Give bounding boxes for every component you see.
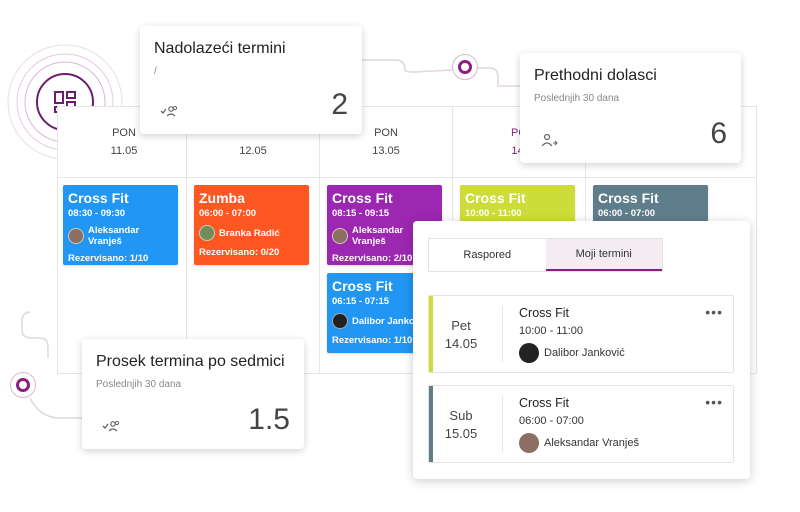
- trainer-name: Aleksandar Vranješ: [88, 225, 140, 247]
- event-reserved: Rezervisano: 1/10: [68, 253, 149, 264]
- event-time: 06:00 - 07:00: [598, 208, 656, 219]
- event-title: Cross Fit: [332, 190, 393, 206]
- card-title: Prosek termina po sedmici: [96, 353, 285, 370]
- appointment-date: 15.05: [444, 426, 478, 441]
- more-options-icon[interactable]: •••: [705, 304, 723, 320]
- trainer-name: Branka Radić: [219, 227, 280, 239]
- event-time: 06:00 - 07:00: [199, 208, 257, 219]
- appointment-title: Cross Fit: [519, 306, 569, 320]
- appointment-date: 14.05: [444, 336, 478, 351]
- more-options-icon[interactable]: •••: [705, 394, 723, 410]
- previous-visits-card[interactable]: Prethodni dolasci Poslednjih 30 dana 6: [520, 53, 741, 163]
- avatar: [519, 433, 539, 453]
- card-value: 1.5: [248, 403, 290, 436]
- event-trainer: Aleksandar Vranješ: [68, 225, 173, 247]
- avatar: [68, 228, 84, 244]
- card-subtitle: Poslednjih 30 dana: [96, 379, 182, 390]
- upcoming-appointments-card[interactable]: Nadolazeći termini / 2: [140, 26, 362, 134]
- appointment-day: Pet 14.05: [433, 296, 489, 372]
- day-date: 13.05: [372, 145, 400, 157]
- my-appointments-panel: Raspored Moji termini Pet 14.05 Cross Fi…: [413, 221, 750, 479]
- event-title: Cross Fit: [598, 190, 659, 206]
- appointment-title: Cross Fit: [519, 396, 569, 410]
- event-title: Zumba: [199, 190, 245, 206]
- group-check-icon: [102, 420, 120, 432]
- group-check-icon: [160, 105, 178, 117]
- day-date: 11.05: [110, 145, 138, 157]
- connector-dot: [452, 54, 478, 80]
- appointment-weekday: Sub: [449, 408, 473, 423]
- weekly-average-card[interactable]: Prosek termina po sedmici Poslednjih 30 …: [82, 339, 304, 449]
- person-arrow-icon: [541, 133, 558, 147]
- tab-my-appointments[interactable]: Moji termini: [545, 239, 662, 271]
- tab-bar: Raspored Moji termini: [428, 238, 663, 272]
- appointment-time: 06:00 - 07:00: [519, 415, 584, 427]
- event-reserved: Rezervisano: 0/20: [199, 247, 280, 258]
- connector-dot: [10, 372, 36, 398]
- appointment-item[interactable]: Sub 15.05 Cross Fit 06:00 - 07:00 Aleksa…: [428, 385, 734, 463]
- card-value: 2: [331, 88, 348, 121]
- appointment-weekday: Pet: [451, 318, 471, 333]
- appointment-day: Sub 15.05: [433, 386, 489, 462]
- event-title: Cross Fit: [68, 190, 129, 206]
- avatar: [332, 313, 348, 329]
- tab-schedule[interactable]: Raspored: [429, 239, 546, 271]
- event-time: 08:15 - 09:15: [332, 208, 390, 219]
- day-date: 12.05: [239, 145, 267, 157]
- calendar-event[interactable]: Cross Fit 08:30 - 09:30 Aleksandar Vranj…: [63, 185, 178, 265]
- avatar: [332, 228, 348, 244]
- trainer-name: Aleksandar Vranješ: [544, 437, 639, 449]
- event-time: 08:30 - 09:30: [68, 208, 126, 219]
- card-subtitle: /: [154, 66, 157, 77]
- avatar: [519, 343, 539, 363]
- appointment-item[interactable]: Pet 14.05 Cross Fit 10:00 - 11:00 Dalibo…: [428, 295, 734, 373]
- appointment-trainer: Dalibor Janković: [519, 343, 625, 363]
- card-subtitle: Poslednjih 30 dana: [534, 93, 620, 104]
- avatar: [199, 225, 215, 241]
- card-title: Nadolazeći termini: [154, 40, 286, 57]
- card-value: 6: [710, 117, 727, 150]
- event-time: 10:00 - 11:00: [465, 208, 522, 219]
- card-title: Prethodni dolasci: [534, 67, 657, 84]
- trainer-name: Dalibor Janković: [544, 347, 625, 359]
- calendar-event[interactable]: Zumba 06:00 - 07:00 Branka Radić Rezervi…: [194, 185, 309, 265]
- appointment-trainer: Aleksandar Vranješ: [519, 433, 639, 453]
- event-title: Cross Fit: [465, 190, 526, 206]
- event-trainer: Branka Radić: [199, 225, 304, 241]
- appointment-time: 10:00 - 11:00: [519, 325, 584, 337]
